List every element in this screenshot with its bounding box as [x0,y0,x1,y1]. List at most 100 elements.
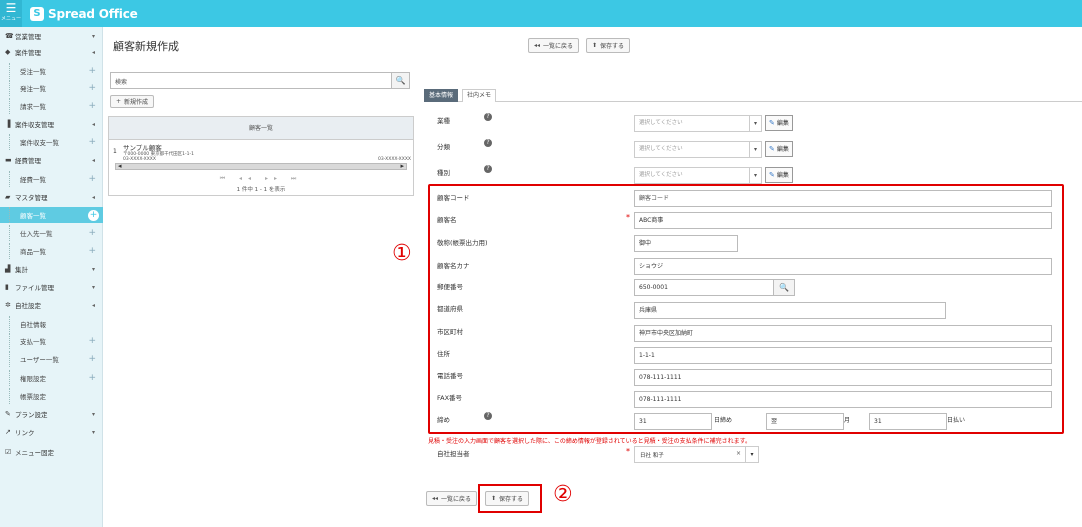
expand-arrow-icon[interactable]: ◂ [92,157,95,164]
expand-arrow-icon[interactable]: ◂ [92,49,95,56]
sidebar-item-label: 権限設定 [20,375,46,383]
new-customer-button[interactable]: + 新規作成 [110,95,155,108]
expand-arrow-icon[interactable]: ◂ [92,194,95,201]
fax-input[interactable]: 078-111-1111 [634,391,1052,408]
sidebar-item[interactable]: ▰ マスタ管理 ◂ [0,189,103,205]
scroll-right-icon[interactable]: ▸ [400,162,404,170]
horizontal-scrollbar[interactable]: ◂ ▸ [115,162,407,170]
sidebar-item[interactable]: 発注一覧 + [0,80,103,96]
sidebar-item[interactable]: ▮ ファイル管理 ▾ [0,279,103,295]
add-icon[interactable]: + [88,66,96,76]
postal-input[interactable]: 650-0001 [634,279,774,296]
sidebar-item[interactable]: ✲ 自社設定 ◂ [0,297,103,313]
sidebar-item-label: 営業管理 [15,33,41,41]
prefecture-input[interactable]: 兵庫県 [634,302,946,319]
kana-input[interactable]: ショウジ [634,258,1052,275]
sidebar-item-label: 帳票設定 [20,393,46,401]
phone-input[interactable]: 078-111-1111 [634,369,1052,386]
expand-arrow-icon[interactable]: ▾ [92,429,95,436]
expand-arrow-icon[interactable]: ▾ [92,284,95,291]
sidebar-item[interactable]: 顧客一覧 + [0,207,103,223]
sidebar-item[interactable]: ✎ プラン設定 ▾ [0,406,103,422]
back-to-list-button-bottom[interactable]: ◂◂ 一覧に戻る [426,491,478,506]
sidebar-section-icon: ↗ [5,428,11,436]
industry-select[interactable]: 選択してください ▾ [634,115,762,132]
closing-day-input[interactable]: 31 [634,413,712,430]
pager-info: 1 件中 1 - 1 を表示 [236,187,286,193]
category-select[interactable]: 選択してください ▾ [634,141,762,158]
category-edit-button[interactable]: ✎ 編集 [765,141,793,157]
chevron-down-icon: ▾ [749,168,761,183]
expand-arrow-icon[interactable]: ▾ [92,266,95,273]
add-icon[interactable]: + [88,336,96,346]
sidebar-item[interactable]: 仕入先一覧 + [0,225,103,241]
sidebar-item-label: 仕入先一覧 [20,230,53,238]
scroll-left-icon[interactable]: ◂ [118,162,122,170]
add-icon[interactable]: + [88,83,96,93]
sidebar-item[interactable]: ☑ メニュー固定 [0,444,103,460]
help-icon[interactable]: ? [484,412,492,420]
pager-controls[interactable]: ⏮ ◂◂ ▸▸ ⏭ [109,175,413,183]
menu-button[interactable]: ☰ メニュー [0,0,22,27]
add-icon[interactable]: + [88,373,96,383]
pay-day-input[interactable]: 31 [869,413,947,430]
city-input[interactable]: 神戸市中央区加納町 [634,325,1052,342]
sidebar-item[interactable]: 経費一覧 + [0,171,103,187]
sidebar-item-label: 自社設定 [15,302,41,310]
address-input[interactable]: 1-1-1 [634,347,1052,364]
help-icon[interactable]: ? [484,139,492,147]
sidebar: ☎ 営業管理 ▾ ◆ 案件管理 ◂ 受注一覧 + 発注一覧 + 請求一覧 + ▐ 案件収支管理 ◂ 案件収支一… [0,27,103,527]
sidebar-item[interactable]: 自社情報 [0,316,103,332]
add-icon[interactable]: + [88,209,99,221]
add-icon[interactable]: + [88,174,96,184]
phone-label: 電話番号 [437,372,463,380]
sidebar-item-label: 経費管理 [15,157,41,165]
sidebar-item[interactable]: 商品一覧 + [0,243,103,259]
expand-arrow-icon[interactable]: ▾ [92,411,95,418]
tab-basic-info[interactable]: 基本情報 [424,89,459,102]
rep-select[interactable]: 日社 和子 × ▾ [634,446,759,463]
sidebar-item[interactable]: 支払一覧 + [0,333,103,349]
help-icon[interactable]: ? [484,165,492,173]
pay-month-input[interactable]: 翌 [766,413,844,430]
sidebar-item[interactable]: ◆ 案件管理 ◂ [0,44,103,60]
sidebar-item[interactable]: ☎ 営業管理 ▾ [0,28,103,44]
add-icon[interactable]: + [88,246,96,256]
sidebar-item[interactable]: ↗ リンク ▾ [0,424,103,440]
new-label: 新規作成 [124,99,149,106]
customer-name-input[interactable]: ABC商事 [634,212,1052,229]
save-button-top[interactable]: ⬆ 保存する [586,38,631,53]
honorific-input[interactable]: 御中 [634,235,738,252]
expand-arrow-icon[interactable]: ▾ [92,33,95,40]
sidebar-item[interactable]: 権限設定 + [0,370,103,386]
sidebar-section-icon: ▟ [5,265,11,273]
add-icon[interactable]: + [88,228,96,238]
add-icon[interactable]: + [88,137,96,147]
sidebar-item[interactable]: ▟ 集計 ▾ [0,261,103,277]
sidebar-item[interactable]: 帳票設定 [0,388,103,404]
industry-edit-button[interactable]: ✎ 編集 [765,115,793,131]
expand-arrow-icon[interactable]: ◂ [92,121,95,128]
tab-internal-memo[interactable]: 社内メモ [462,89,497,102]
app-logo[interactable]: S Spread Office [30,6,138,22]
clear-icon[interactable]: × [736,450,741,457]
table-row[interactable]: 1 サンプル顧客 〒000-0000 東京都千代田区1-1-1 03-XXXX-… [109,140,413,162]
type-select[interactable]: 選択してください ▾ [634,167,762,184]
add-icon[interactable]: + [88,101,96,111]
type-edit-button[interactable]: ✎ 編集 [765,167,793,183]
customer-code-input[interactable]: 顧客コード [634,190,1052,207]
sidebar-item[interactable]: ▐ 案件収支管理 ◂ [0,116,103,132]
sidebar-item[interactable]: 請求一覧 + [0,98,103,114]
help-icon[interactable]: ? [484,113,492,121]
sidebar-item[interactable]: ユーザー一覧 + [0,351,103,367]
search-input[interactable]: 検索 🔍 [110,72,410,89]
sidebar-item[interactable]: ▬ 経費管理 ◂ [0,152,103,168]
sidebar-item-label: 経費一覧 [20,176,46,184]
add-icon[interactable]: + [88,354,96,364]
sidebar-item[interactable]: 受注一覧 + [0,63,103,79]
back-to-list-button[interactable]: ◂◂ 一覧に戻る [528,38,580,53]
zip-search-icon[interactable]: 🔍 [773,279,795,296]
sidebar-item[interactable]: 案件収支一覧 + [0,134,103,150]
expand-arrow-icon[interactable]: ◂ [92,302,95,309]
search-icon[interactable]: 🔍 [391,73,409,88]
